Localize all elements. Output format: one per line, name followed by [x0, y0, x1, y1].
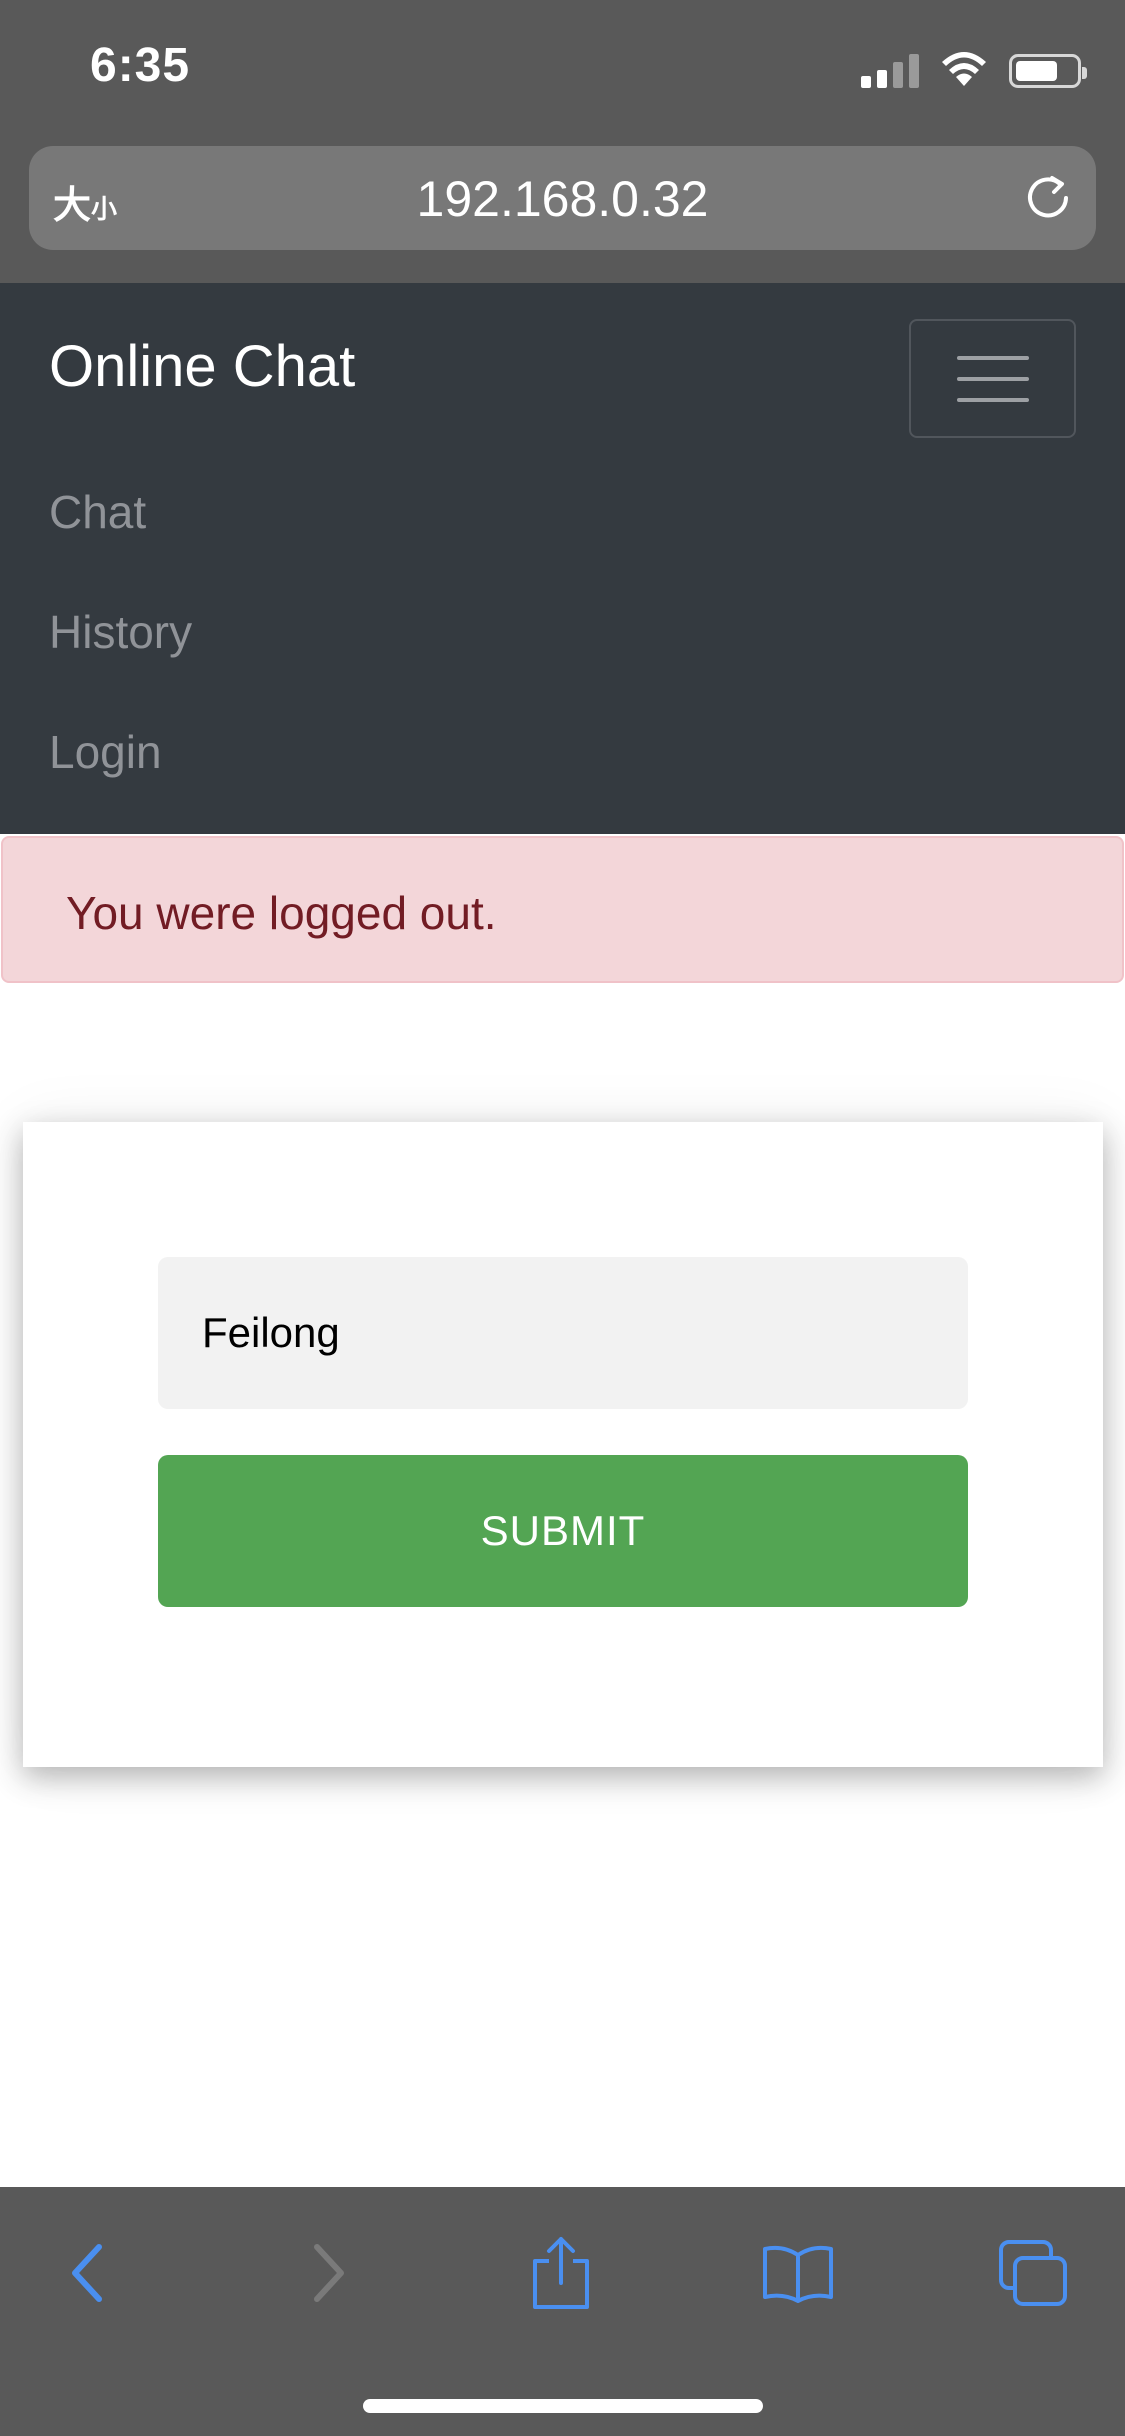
- cellular-signal-icon: [861, 52, 919, 88]
- forward-button[interactable]: [289, 2233, 369, 2313]
- nav-link-history[interactable]: History: [49, 605, 192, 659]
- username-input[interactable]: [158, 1257, 968, 1409]
- share-button[interactable]: [521, 2233, 601, 2313]
- url-text[interactable]: 192.168.0.32: [29, 170, 1096, 228]
- navbar-toggler-button[interactable]: [909, 319, 1076, 438]
- logout-alert: You were logged out.: [1, 836, 1124, 983]
- status-icons: [861, 48, 1087, 88]
- reload-icon[interactable]: [1022, 172, 1074, 224]
- submit-button[interactable]: SUBMIT: [158, 1455, 968, 1607]
- login-card: SUBMIT: [23, 1122, 1103, 1767]
- nav-link-login[interactable]: Login: [49, 725, 162, 779]
- tabs-icon: [999, 2240, 1067, 2306]
- wifi-icon: [942, 52, 986, 86]
- share-icon: [533, 2237, 589, 2309]
- tabs-button[interactable]: [993, 2233, 1073, 2313]
- navbar: Online Chat Chat History Login: [0, 283, 1125, 834]
- nav-link-chat[interactable]: Chat: [49, 485, 146, 539]
- hamburger-icon-bar: [956, 355, 1029, 360]
- browser-top-chrome: 6:35 大小 192.168.0.32: [0, 0, 1125, 283]
- home-indicator: [363, 2399, 763, 2413]
- hamburger-icon-bar: [956, 376, 1029, 381]
- navbar-brand[interactable]: Online Chat: [49, 333, 355, 400]
- hamburger-icon-bar: [956, 397, 1029, 402]
- back-button[interactable]: [47, 2233, 127, 2313]
- bookmarks-button[interactable]: [758, 2233, 838, 2313]
- forward-icon: [314, 2244, 344, 2302]
- alert-message: You were logged out.: [66, 887, 497, 939]
- bookmarks-icon: [763, 2245, 833, 2303]
- browser-toolbar: [0, 2187, 1125, 2436]
- status-time: 6:35: [90, 39, 191, 92]
- address-bar[interactable]: 大小 192.168.0.32: [29, 146, 1096, 250]
- back-icon: [72, 2244, 102, 2302]
- battery-icon: [1009, 54, 1087, 88]
